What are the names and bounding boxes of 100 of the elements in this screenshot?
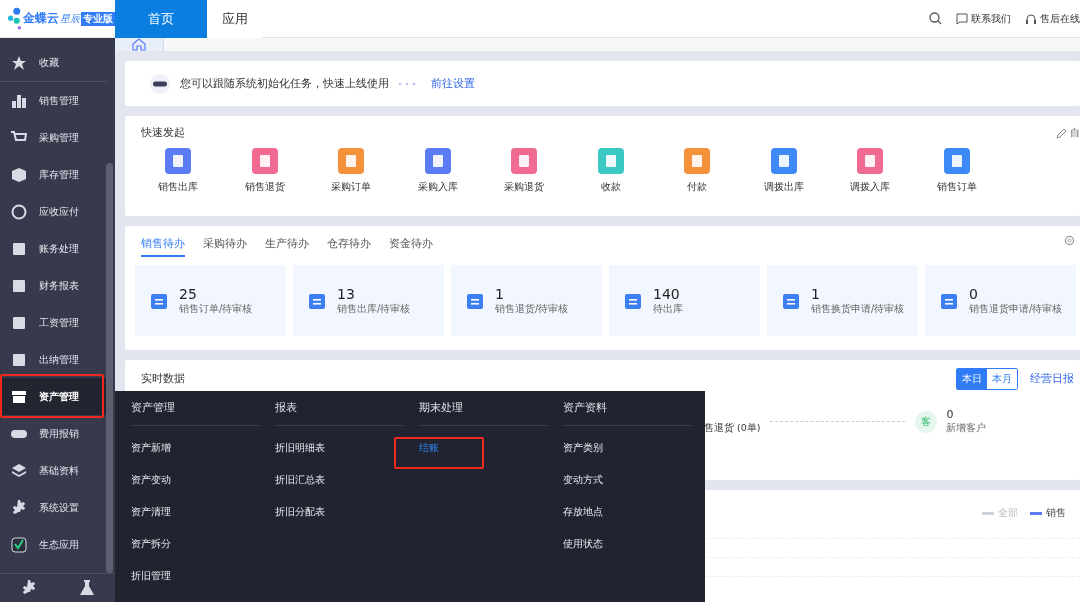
todo-tab[interactable]: 资金待办 <box>389 234 433 255</box>
menu-icon <box>11 536 27 553</box>
sidebar-item[interactable]: 账务处理 <box>0 230 107 267</box>
search-icon[interactable] <box>929 12 942 25</box>
submenu-item[interactable]: 折旧明细表 <box>275 432 403 464</box>
menu-icon <box>11 240 27 257</box>
menu-icon <box>11 388 27 405</box>
quick-action[interactable]: 销售出库 <box>135 148 222 194</box>
flask-icon[interactable] <box>79 580 94 596</box>
sidebar-item[interactable]: 库存管理 <box>0 156 107 193</box>
more-icon <box>149 72 171 95</box>
sidebar-item[interactable]: 工资管理 <box>0 304 107 341</box>
submenu-item[interactable]: 折旧汇总表 <box>275 464 403 496</box>
submenu-item[interactable]: 折旧管理 <box>131 560 259 592</box>
quick-action[interactable]: 付款 <box>654 148 741 194</box>
stat-tile[interactable]: 140 待出库 <box>609 265 760 336</box>
legend-label[interactable]: 销售 <box>1046 506 1066 520</box>
scrollbar[interactable] <box>106 163 113 573</box>
todo-tab[interactable]: 采购待办 <box>203 234 247 255</box>
quick-action[interactable]: 采购订单 <box>308 148 395 194</box>
sidebar-item[interactable]: 应收应付 <box>0 193 107 230</box>
stat-tile[interactable]: 25 销售订单/待审核 <box>135 265 286 336</box>
submenu-item[interactable]: 资产拆分 <box>131 528 259 560</box>
stat-count: 140 <box>653 285 681 302</box>
submenu-item[interactable]: 资产清理 <box>131 496 259 528</box>
quick-action[interactable]: 采购入库 <box>394 148 481 194</box>
sidebar-item[interactable]: 收藏 <box>0 45 107 82</box>
stat-count: 25 <box>179 285 198 302</box>
stat-count: 1 <box>811 285 821 302</box>
menu-icon <box>11 277 27 294</box>
stat-tile[interactable]: 13 销售出库/待审核 <box>293 265 444 336</box>
submenu-item[interactable]: 资产变动 <box>131 464 259 496</box>
edition-badge: 专业版 <box>81 11 115 26</box>
todo-tab[interactable]: 销售待办 <box>141 234 185 257</box>
submenu-item[interactable]: 结账 <box>419 432 547 464</box>
logo-icon <box>8 5 22 32</box>
stat-label: 销售订单/待审核 <box>179 301 253 316</box>
sidebar-item[interactable]: 出纳管理 <box>0 341 107 378</box>
sidebar-item[interactable]: 基础资料 <box>0 452 107 489</box>
stat-label: 销售退货/待审核 <box>495 301 569 316</box>
period-toggle[interactable]: 本日 <box>957 369 987 389</box>
sidebar-item[interactable]: 销售管理 <box>0 82 107 119</box>
quick-action[interactable]: 销售订单 <box>913 148 1000 194</box>
support-link[interactable]: 售后在线 <box>1040 11 1080 26</box>
report-link[interactable]: 经营日报 <box>1030 372 1074 386</box>
metric-label: 新增客户 <box>946 421 987 435</box>
todo-tab[interactable]: 生产待办 <box>265 234 309 255</box>
customer-badge: 客 <box>915 410 938 433</box>
contact-link[interactable]: 联系我们 <box>971 11 1011 26</box>
metric-count: 0 <box>946 408 955 421</box>
home-icon <box>132 38 146 51</box>
quick-action[interactable]: 调拨出库 <box>740 148 827 194</box>
stat-label: 销售出库/待审核 <box>337 301 411 316</box>
sidebar-item[interactable]: 生态应用 <box>0 526 107 563</box>
section-title: 实时数据 <box>141 372 185 386</box>
todo-tab[interactable]: 仓存待办 <box>327 234 371 255</box>
stat-tile[interactable]: 1 销售换货申请/待审核 <box>767 265 918 336</box>
stat-tile[interactable]: 0 销售退货申请/待审核 <box>925 265 1076 336</box>
product-name: 星辰 <box>60 11 80 26</box>
submenu-item[interactable]: 使用状态 <box>563 528 691 560</box>
sidebar-item[interactable]: 财务报表 <box>0 267 107 304</box>
submenu-item[interactable]: 资产类别 <box>563 432 691 464</box>
quick-action[interactable]: 调拨入库 <box>827 148 914 194</box>
menu-icon <box>11 166 27 183</box>
submenu-item[interactable]: 变动方式 <box>563 464 691 496</box>
quick-action[interactable]: 采购退货 <box>481 148 568 194</box>
menu-icon <box>11 314 27 331</box>
submenu-heading: 期末处理 <box>419 401 547 426</box>
section-title: 快速发起 <box>141 126 185 140</box>
stat-tile[interactable]: 1 销售退货/待审核 <box>451 265 602 336</box>
menu-icon <box>11 351 27 368</box>
customize-link[interactable]: 自 <box>1070 126 1080 140</box>
nav-tab[interactable]: 首页 <box>115 0 207 38</box>
quick-action[interactable]: 收款 <box>567 148 654 194</box>
brand-name: 金蝶云 <box>23 10 59 27</box>
stat-label: 销售退货申请/待审核 <box>969 301 1063 316</box>
submenu-heading: 报表 <box>275 401 403 426</box>
menu-icon <box>11 55 27 71</box>
menu-icon <box>11 92 27 109</box>
menu-icon <box>11 499 27 516</box>
notice-text: 您可以跟随系统初始化任务，快速上线使用 <box>180 76 389 91</box>
submenu-item[interactable]: 折旧分配表 <box>275 496 403 528</box>
quick-action[interactable]: 销售退货 <box>221 148 308 194</box>
sidebar-item[interactable]: 资产管理 <box>0 378 107 415</box>
stat-label: 待出库 <box>653 301 683 316</box>
stat-label: 销售换货申请/待审核 <box>811 301 905 316</box>
setup-link[interactable]: 前往设置 <box>431 76 475 91</box>
submenu-item[interactable]: 资产新增 <box>131 432 259 464</box>
stat-count: 13 <box>337 285 356 302</box>
stat-count: 1 <box>495 285 505 302</box>
sidebar-item[interactable]: 费用报销 <box>0 415 107 452</box>
message-icon <box>956 12 968 25</box>
pencil-icon <box>1056 127 1067 139</box>
sidebar-item[interactable]: 系统设置 <box>0 489 107 526</box>
submenu-item[interactable]: 存放地点 <box>563 496 691 528</box>
menu-icon <box>11 462 27 479</box>
headset-icon <box>1025 12 1037 25</box>
submenu-heading: 资产资料 <box>563 401 691 426</box>
settings-icon[interactable] <box>21 580 38 596</box>
sidebar-item[interactable]: 采购管理 <box>0 119 107 156</box>
